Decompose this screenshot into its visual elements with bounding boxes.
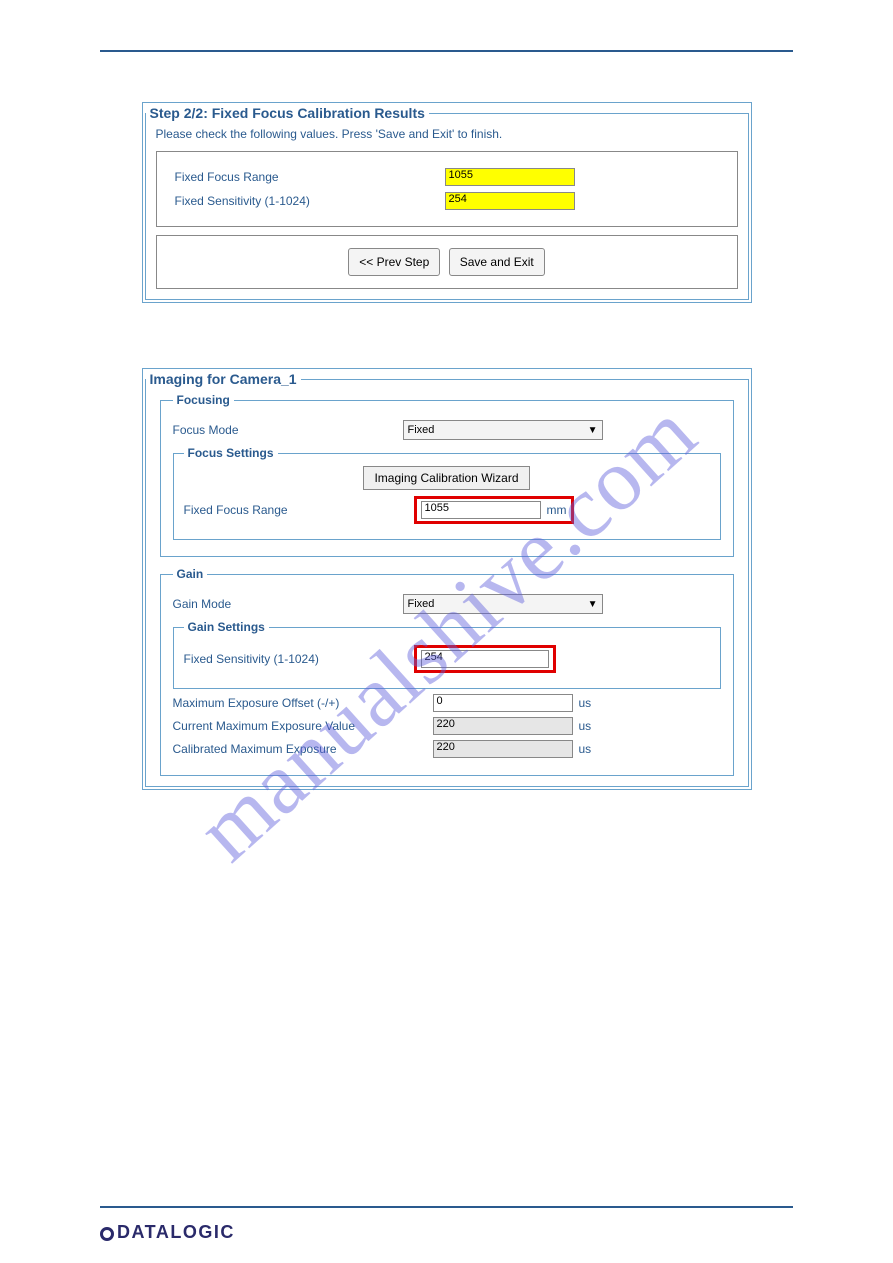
input-fixed-focus-range[interactable]: 1055 — [445, 168, 575, 186]
chevron-down-icon: ▼ — [588, 599, 598, 610]
label-gain-mode: Gain Mode — [173, 597, 403, 611]
highlight-fixed-sensitivity: 254 — [414, 645, 556, 673]
focus-settings-legend: Focus Settings — [184, 446, 278, 460]
panel1-instruction: Please check the following values. Press… — [156, 127, 738, 141]
unit-us-1: us — [579, 696, 592, 710]
focusing-group: Focusing Focus Mode Fixed ▼ Focus Settin… — [160, 393, 734, 557]
save-and-exit-button[interactable]: Save and Exit — [449, 248, 545, 276]
select-gain-mode[interactable]: Fixed ▼ — [403, 594, 603, 614]
focus-settings-group: Focus Settings Imaging Calibration Wizar… — [173, 446, 721, 540]
panel1-legend: Step 2/2: Fixed Focus Calibration Result… — [146, 105, 429, 121]
input-current-max-exposure: 220 — [433, 717, 573, 735]
panel-calibration-results: Step 2/2: Fixed Focus Calibration Result… — [142, 102, 752, 303]
bottom-rule — [100, 1206, 793, 1208]
highlight-fixed-focus-range: 1055 mm — [414, 496, 574, 524]
brand-logo: DATALOGIC — [100, 1222, 793, 1243]
gain-settings-legend: Gain Settings — [184, 620, 269, 634]
label-focus-mode: Focus Mode — [173, 423, 403, 437]
select-focus-mode-value: Fixed — [408, 424, 435, 436]
gain-legend: Gain — [173, 567, 208, 581]
row-max-exposure-offset: Maximum Exposure Offset (-/+) 0 us — [173, 694, 721, 712]
imaging-calibration-wizard-button[interactable]: Imaging Calibration Wizard — [363, 466, 529, 490]
input-calibrated-max-exposure: 220 — [433, 740, 573, 758]
row-calibrated-max-exposure: Calibrated Maximum Exposure 220 us — [173, 740, 721, 758]
prev-step-button[interactable]: << Prev Step — [348, 248, 440, 276]
row-fixed-sensitivity: Fixed Sensitivity (1-1024) 254 — [175, 192, 719, 210]
label-fixed-focus-range-2: Fixed Focus Range — [184, 503, 414, 517]
panel1-values-box: Fixed Focus Range 1055 Fixed Sensitivity… — [156, 151, 738, 227]
label-calibrated-max-exposure: Calibrated Maximum Exposure — [173, 742, 433, 756]
footer: DATALOGIC — [100, 1206, 793, 1243]
select-gain-mode-value: Fixed — [408, 598, 435, 610]
chevron-down-icon: ▼ — [588, 425, 598, 436]
top-rule — [100, 50, 793, 52]
brand-logo-icon — [100, 1227, 114, 1241]
brand-text: DATALOGIC — [117, 1222, 235, 1243]
unit-us-2: us — [579, 719, 592, 733]
panel-imaging-camera: Imaging for Camera_1 Focusing Focus Mode… — [142, 368, 752, 790]
input-fixed-sensitivity[interactable]: 254 — [445, 192, 575, 210]
panel2-legend: Imaging for Camera_1 — [146, 371, 301, 387]
focusing-legend: Focusing — [173, 393, 234, 407]
input-fixed-focus-range-2[interactable]: 1055 — [421, 501, 541, 519]
label-max-exposure-offset: Maximum Exposure Offset (-/+) — [173, 696, 433, 710]
select-focus-mode[interactable]: Fixed ▼ — [403, 420, 603, 440]
label-fixed-sensitivity: Fixed Sensitivity (1-1024) — [175, 194, 445, 208]
unit-mm: mm — [547, 503, 567, 517]
row-fixed-focus-range: Fixed Focus Range 1055 — [175, 168, 719, 186]
unit-us-3: us — [579, 742, 592, 756]
gain-settings-group: Gain Settings Fixed Sensitivity (1-1024)… — [173, 620, 721, 689]
label-fixed-focus-range: Fixed Focus Range — [175, 170, 445, 184]
label-fixed-sensitivity-2: Fixed Sensitivity (1-1024) — [184, 652, 414, 666]
gain-group: Gain Gain Mode Fixed ▼ Gain Settings Fix… — [160, 567, 734, 776]
row-current-max-exposure: Current Maximum Exposure Value 220 us — [173, 717, 721, 735]
input-max-exposure-offset[interactable]: 0 — [433, 694, 573, 712]
panel1-button-box: << Prev Step Save and Exit — [156, 235, 738, 289]
input-fixed-sensitivity-2[interactable]: 254 — [421, 650, 549, 668]
label-current-max-exposure: Current Maximum Exposure Value — [173, 719, 433, 733]
